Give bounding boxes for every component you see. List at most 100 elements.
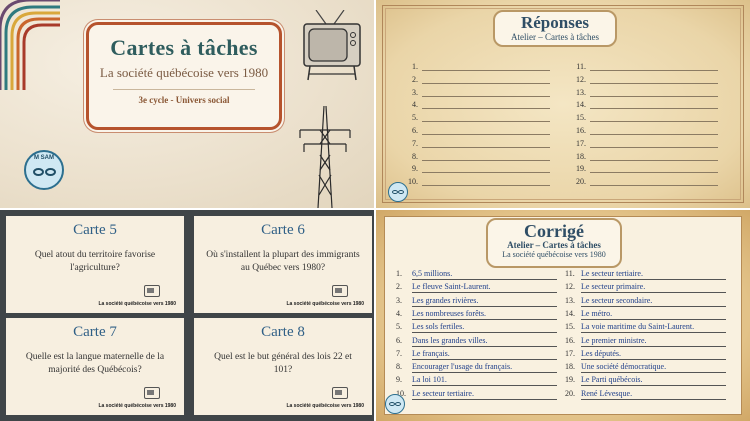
answer-number: 16.: [576, 126, 586, 135]
correction-line: 2. Le fleuve Saint-Laurent.: [396, 282, 557, 294]
answer-number: 12.: [576, 74, 586, 84]
answer-line[interactable]: 3.: [404, 88, 550, 97]
correction-answer: Le premier ministre.: [581, 335, 647, 345]
correction-number: 16.: [565, 335, 575, 345]
answer-line[interactable]: 11.: [572, 62, 718, 71]
card-question: Où s'installent la plupart des immigrant…: [206, 250, 360, 274]
answer-subtitle: Atelier – Cartes à tâches: [511, 32, 599, 42]
answer-line[interactable]: 16.: [572, 126, 718, 135]
answer-line[interactable]: 6.: [404, 126, 550, 135]
card-footer: La société québécoise vers 1980: [98, 301, 176, 307]
correction-number: 6.: [396, 335, 402, 345]
answer-blank: [422, 82, 550, 84]
logo: [385, 394, 405, 414]
answer-header: Réponses Atelier – Cartes à tâches: [493, 10, 617, 47]
correction-answer: 6,5 millions.: [412, 269, 453, 278]
correction-answer: Le secteur tertiaire.: [412, 388, 474, 398]
answer-blank: [422, 185, 550, 187]
card-footer: La société québécoise vers 1980: [286, 301, 364, 307]
title-slide[interactable]: Cartes à tâches La société québécoise ve…: [0, 0, 374, 208]
answer-number: 8.: [412, 151, 418, 161]
correction-underline: [412, 279, 557, 280]
correction-line: 20. René Lévesque.: [565, 388, 726, 400]
correction-underline: [412, 292, 557, 294]
answer-blank: [590, 134, 718, 135]
answer-line[interactable]: 7.: [404, 139, 550, 148]
answer-number: 19.: [576, 164, 586, 174]
answer-blank: [422, 95, 550, 97]
correction-number: 20.: [565, 388, 575, 398]
answer-line[interactable]: 1.: [404, 62, 550, 71]
correction-line: 3. Les grandes rivières.: [396, 295, 557, 307]
answer-line[interactable]: 2.: [404, 75, 550, 84]
correction-number: 18.: [565, 362, 575, 372]
task-card[interactable]: Carte 7 Quelle est la langue maternelle d…: [6, 318, 184, 415]
answer-number: 9.: [412, 164, 418, 174]
correction-number: 14.: [565, 308, 575, 318]
correction-line: 19. Le Parti québécois.: [565, 375, 726, 387]
television-icon: [144, 285, 160, 297]
correction-answer: La voie maritime du Saint-Laurent.: [581, 322, 695, 332]
correction-number: 13.: [565, 295, 575, 305]
correction-underline: [412, 345, 557, 347]
answer-number: 17.: [576, 138, 586, 148]
correction-underline: [581, 332, 726, 334]
correction-answer: Encourager l'usage du français.: [412, 362, 513, 372]
task-card[interactable]: Carte 5 Quel atout du territoire favorise…: [6, 216, 184, 313]
answer-number: 18.: [576, 151, 586, 161]
card-question: Quel atout du territoire favorise l'agri…: [34, 250, 156, 274]
correction-line: 4. Les nombreuses forêts.: [396, 308, 557, 320]
answer-line[interactable]: 4.: [404, 100, 550, 110]
correction-line: 15. La voie maritime du Saint-Laurent.: [565, 322, 726, 334]
card-footer: La société québécoise vers 1980: [286, 403, 364, 409]
correction-line: 6. Dans les grandes villes.: [396, 335, 557, 347]
correction-line: 16. Le premier ministre.: [565, 335, 726, 347]
correction-underline: [412, 358, 557, 360]
answer-line[interactable]: 5.: [404, 113, 550, 123]
answer-blank: [590, 70, 718, 71]
answer-line[interactable]: 8.: [404, 151, 550, 161]
answer-line[interactable]: 9.: [404, 164, 550, 174]
answer-line[interactable]: 10.: [404, 177, 550, 187]
answer-sheet-slide[interactable]: Réponses Atelier – Cartes à tâches 1. 2. 3…: [376, 0, 750, 208]
correction-line: 10. Le secteur tertiaire.: [396, 388, 557, 400]
retro-stripes: [0, 0, 60, 90]
answer-line[interactable]: 19.: [572, 164, 718, 174]
answer-line[interactable]: 14.: [572, 100, 718, 110]
correction-number: 2.: [396, 282, 402, 292]
power-pylon-icon: [299, 105, 351, 208]
correction-answer: Les nombreuses forêts.: [412, 308, 486, 318]
correction-number: 7.: [396, 348, 402, 358]
task-card[interactable]: Carte 8 Quel est le but général des lois …: [194, 318, 372, 415]
card-title: Carte 8: [261, 324, 305, 340]
correction-slide[interactable]: Corrigé Atelier – Cartes à tâches La soc…: [376, 210, 750, 421]
correction-line: 12. Le secteur primaire.: [565, 282, 726, 294]
task-cards-slide[interactable]: Carte 5 Quel atout du territoire favorise…: [0, 210, 374, 421]
correction-number: 11.: [565, 269, 575, 278]
correction-answer: Le fleuve Saint-Laurent.: [412, 282, 491, 292]
correction-number: 19.: [565, 375, 575, 385]
television-icon: [144, 387, 160, 399]
correction-answer: Le français.: [412, 348, 450, 358]
correction-underline: [412, 372, 557, 374]
correction-number: 9.: [396, 375, 402, 385]
answer-line[interactable]: 13.: [572, 88, 718, 97]
correction-line: 18. Une société démocratique.: [565, 362, 726, 374]
answer-line[interactable]: 18.: [572, 151, 718, 161]
logo: M SAM: [24, 150, 64, 190]
task-card[interactable]: Carte 6 Où s'installent la plupart des im…: [194, 216, 372, 313]
correction-number: 3.: [396, 295, 402, 305]
answer-line[interactable]: 20.: [572, 177, 718, 187]
answer-line[interactable]: 17.: [572, 138, 718, 148]
answer-blank: [590, 121, 718, 123]
answer-line[interactable]: 15.: [572, 113, 718, 123]
answer-line[interactable]: 12.: [572, 74, 718, 84]
answer-blank: [590, 185, 718, 187]
answer-blank: [590, 159, 718, 161]
answer-blank: [422, 159, 550, 161]
correction-answer: Les sols fertiles.: [412, 322, 465, 332]
answer-number: 20.: [576, 177, 586, 187]
answer-blank: [422, 146, 550, 148]
answer-title: Réponses: [520, 13, 589, 32]
answer-blank: [590, 146, 718, 148]
